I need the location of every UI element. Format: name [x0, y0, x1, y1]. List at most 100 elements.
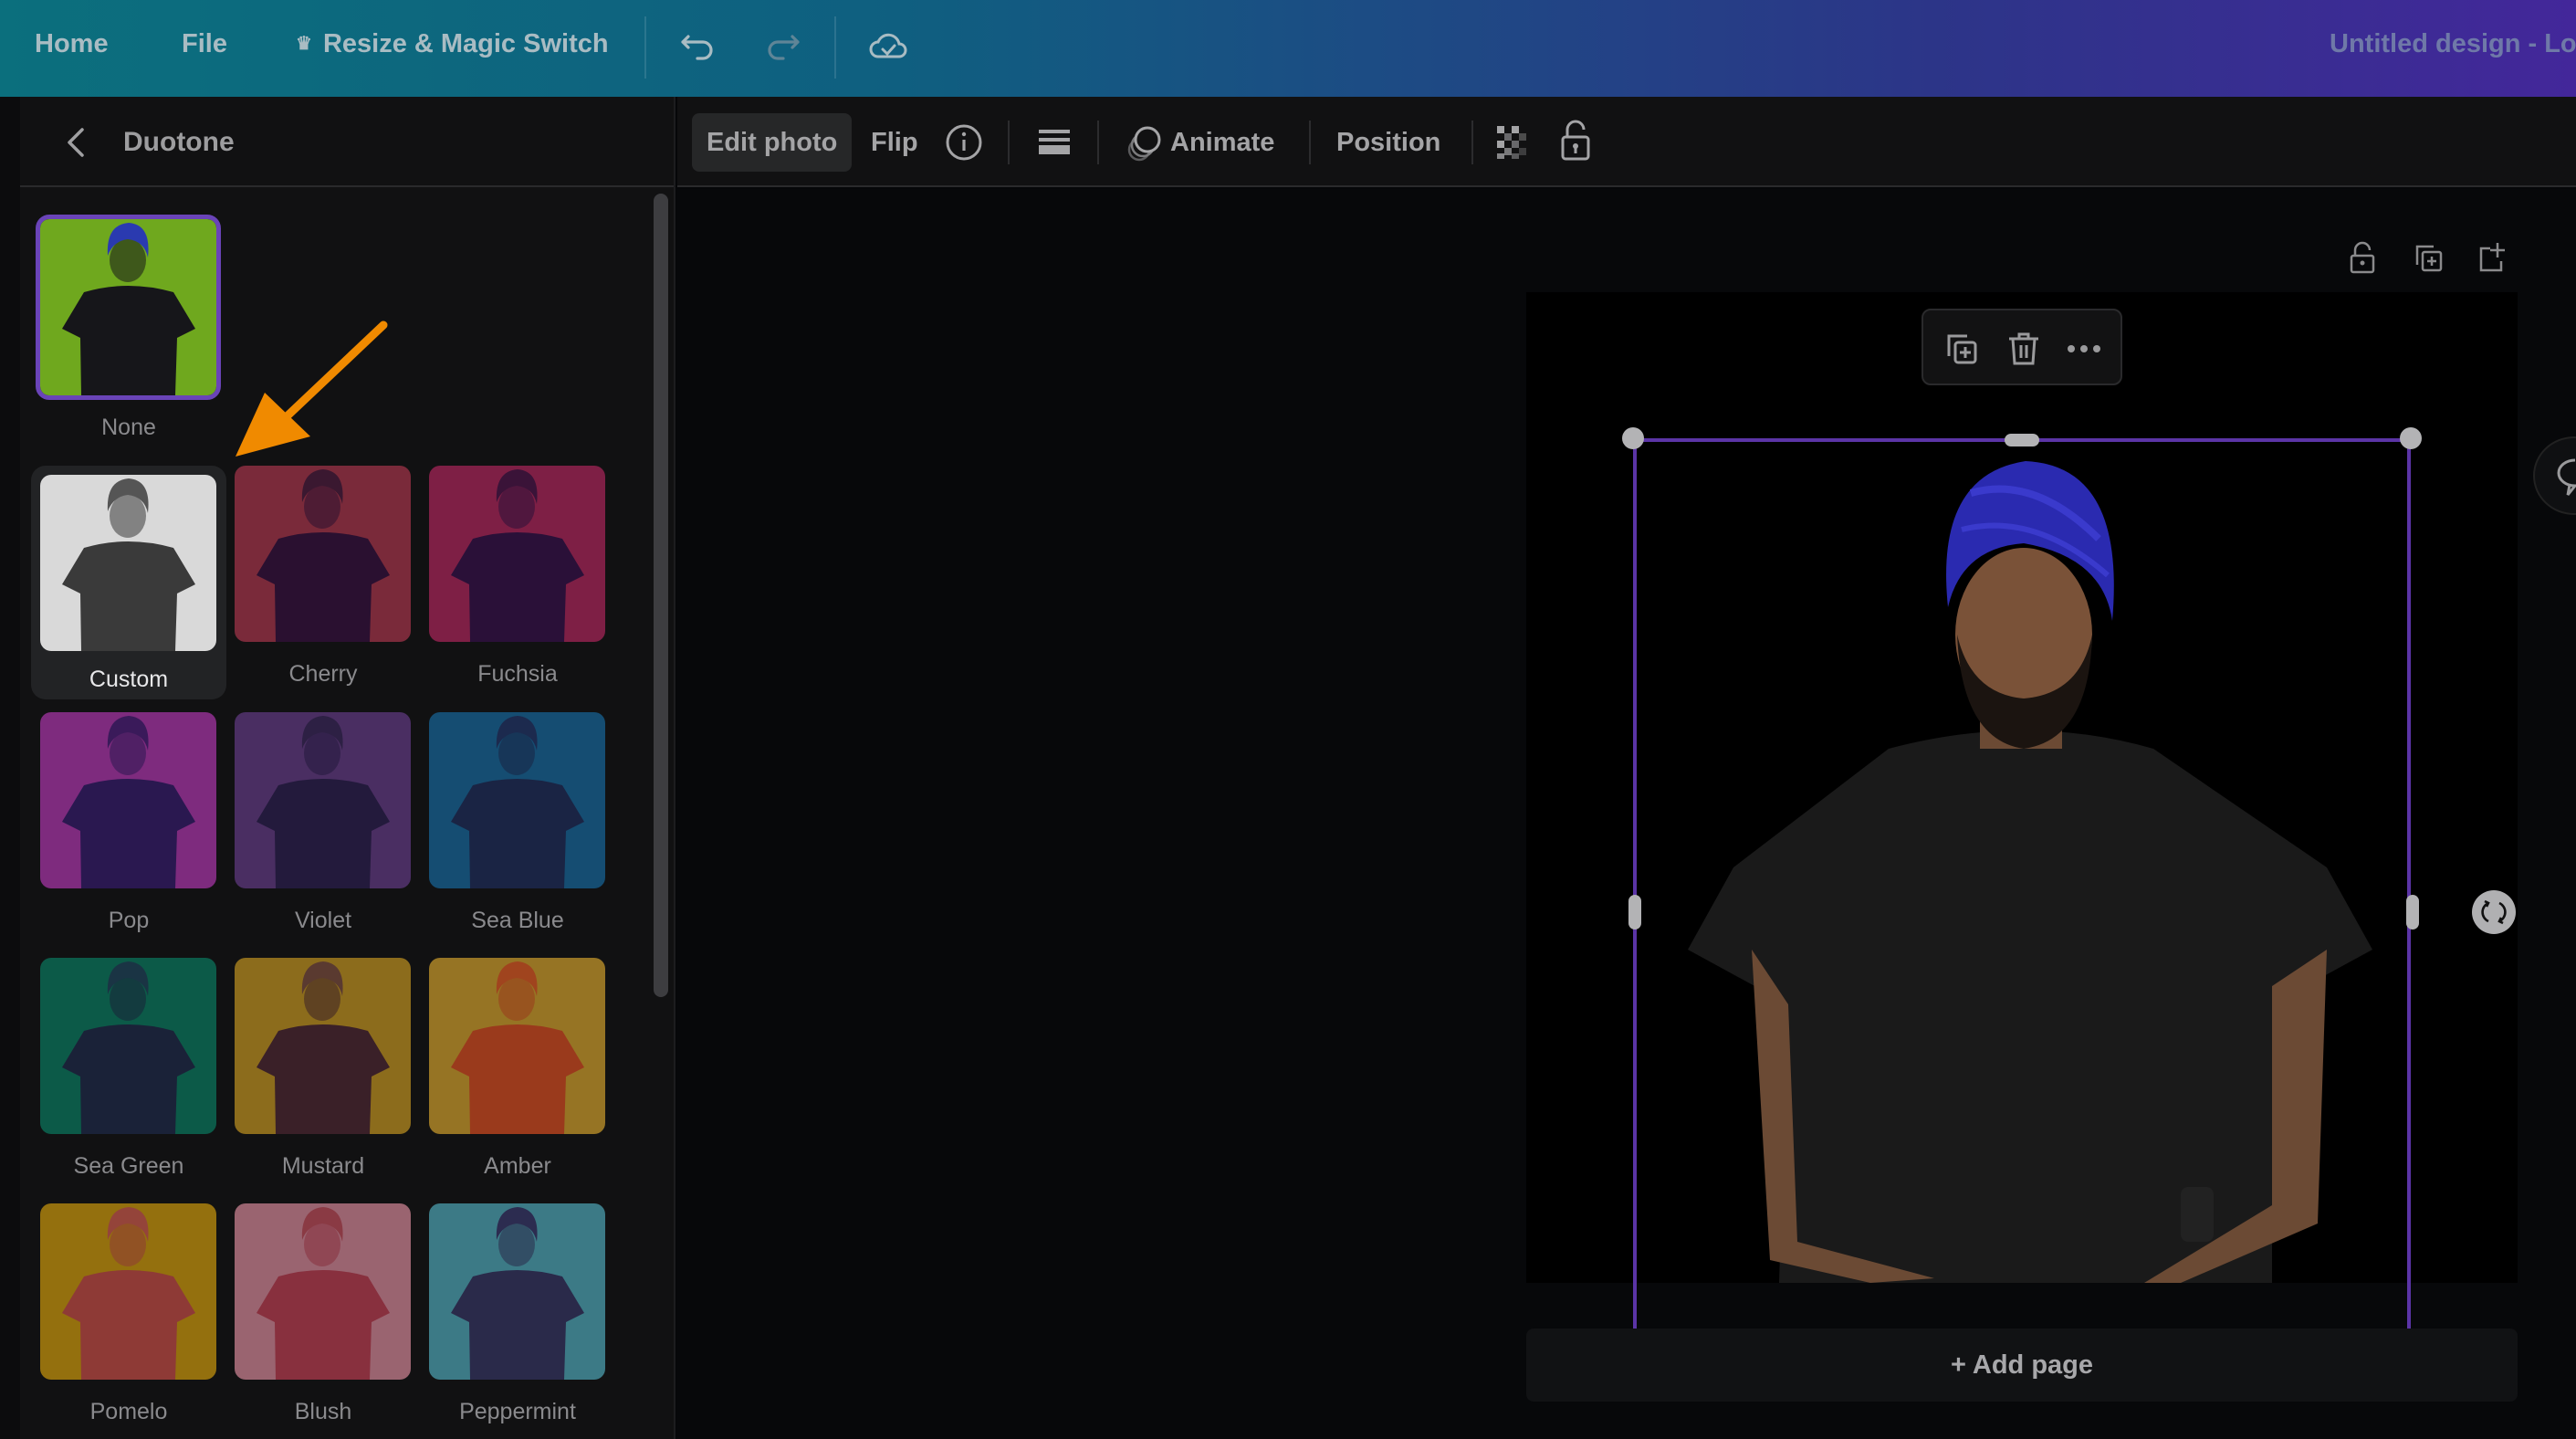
duotone-filter-mustard[interactable]: Mustard: [225, 958, 421, 1192]
filter-label: Cherry: [288, 661, 358, 687]
rotate-icon: [2481, 899, 2507, 925]
duotone-filter-sea-blue[interactable]: Sea Blue: [420, 712, 615, 946]
cloud-saved-icon[interactable]: [865, 24, 911, 69]
filter-label: Custom: [89, 667, 169, 692]
divider: [1309, 121, 1311, 164]
filter-label: Pomelo: [89, 1399, 168, 1424]
trash-icon[interactable]: [2004, 329, 2044, 369]
element-floating-toolbar: [1922, 309, 2122, 385]
resize-handle-top-right[interactable]: [2400, 427, 2422, 449]
duotone-panel: Duotone None Custom Cherry Fuchsia Pop Violet…: [20, 97, 675, 1439]
filter-preview-image: [40, 219, 216, 395]
divider: [1471, 121, 1473, 164]
duotone-filter-amber[interactable]: Amber: [420, 958, 615, 1192]
panel-title: Duotone: [123, 127, 235, 157]
position-button[interactable]: Position: [1336, 113, 1440, 172]
top-bar: Home File ♛ Resize & Magic Switch Untitle…: [0, 0, 2576, 97]
filter-label: Peppermint: [459, 1399, 576, 1424]
photo-toolbar: Edit photo Flip Animate Position: [677, 97, 2576, 187]
filter-preview-image: [40, 958, 216, 1134]
transparency-icon[interactable]: [1493, 122, 1534, 163]
home-menu[interactable]: Home: [35, 29, 109, 59]
duotone-filter-peppermint[interactable]: Peppermint: [420, 1203, 615, 1437]
scrollbar[interactable]: [654, 194, 668, 997]
filter-preview-image: [429, 466, 605, 642]
resize-handle-top[interactable]: [2005, 434, 2039, 446]
duotone-filter-custom[interactable]: Custom: [31, 466, 226, 699]
chevron-left-icon[interactable]: [58, 122, 95, 163]
duotone-filter-pop[interactable]: Pop: [31, 712, 226, 946]
filter-thumbnail: [235, 958, 411, 1134]
filter-thumbnail: [429, 1203, 605, 1380]
resize-handle-left[interactable]: [1628, 895, 1641, 930]
divider: [1097, 121, 1099, 164]
filter-label: Violet: [294, 908, 352, 933]
duotone-filter-violet[interactable]: Violet: [225, 712, 421, 946]
duotone-filter-pomelo[interactable]: Pomelo: [31, 1203, 226, 1437]
design-title[interactable]: Untitled design - Lo: [2330, 29, 2576, 59]
more-icon[interactable]: [2064, 329, 2104, 369]
add-page-button[interactable]: + Add page: [1526, 1329, 2518, 1402]
filter-thumbnail: [429, 958, 605, 1134]
annotation-arrow-icon: [236, 320, 388, 457]
duotone-filter-sea-green[interactable]: Sea Green: [31, 958, 226, 1192]
filter-preview-image: [235, 1203, 411, 1380]
undo-icon[interactable]: [675, 24, 721, 69]
page-lock-icon[interactable]: [2344, 239, 2381, 276]
panel-header: Duotone: [20, 97, 674, 187]
page-duplicate-icon[interactable]: [2410, 239, 2446, 276]
filter-preview-image: [429, 958, 605, 1134]
filter-thumbnail: [40, 958, 216, 1134]
filter-preview-image: [235, 712, 411, 888]
rotate-button[interactable]: [2472, 890, 2516, 934]
filter-thumbnail: [36, 215, 221, 400]
divider: [644, 16, 646, 79]
crown-icon: ♛: [296, 34, 312, 54]
edit-photo-button[interactable]: Edit photo: [692, 113, 853, 172]
redo-icon[interactable]: [759, 24, 805, 69]
comment-icon: [2557, 458, 2576, 496]
filter-label: Sea Blue: [471, 908, 564, 933]
filter-preview-image: [40, 712, 216, 888]
duotone-filter-none[interactable]: None: [31, 215, 226, 453]
add-page-icon[interactable]: [2474, 239, 2510, 276]
duplicate-icon[interactable]: [1942, 329, 1982, 369]
app-rail: [0, 97, 20, 1439]
filter-preview-image: [40, 1203, 216, 1380]
animate-button[interactable]: Animate: [1125, 113, 1274, 172]
filter-thumbnail: [40, 1203, 216, 1380]
animate-icon: [1127, 126, 1161, 162]
duotone-filter-blush[interactable]: Blush: [225, 1203, 421, 1437]
resize-magic-switch-button[interactable]: ♛ Resize & Magic Switch: [296, 29, 609, 59]
filter-preview-image: [235, 958, 411, 1134]
divider: [834, 16, 836, 79]
filter-thumbnail: [235, 712, 411, 888]
flip-button[interactable]: Flip: [871, 113, 918, 172]
filter-thumbnail: [429, 466, 605, 642]
resize-handle-right[interactable]: [2406, 895, 2419, 930]
unlock-icon[interactable]: [1555, 117, 1596, 164]
filter-preview-image: [429, 1203, 605, 1380]
filter-preview-image: [429, 712, 605, 888]
filter-thumbnail: [429, 712, 605, 888]
info-icon[interactable]: [944, 122, 984, 163]
filter-label: Mustard: [281, 1153, 365, 1179]
filter-thumbnail: [40, 475, 216, 651]
filter-label: Blush: [294, 1399, 352, 1424]
filter-preview-image: [40, 475, 216, 651]
filter-label: Pop: [108, 908, 150, 933]
duotone-filter-fuchsia[interactable]: Fuchsia: [420, 466, 615, 699]
resize-handle-top-left[interactable]: [1622, 427, 1644, 449]
filter-thumbnail: [235, 1203, 411, 1380]
filter-thumbnail: [235, 466, 411, 642]
filter-label: Fuchsia: [477, 661, 558, 687]
file-menu[interactable]: File: [182, 29, 227, 59]
duotone-filter-cherry[interactable]: Cherry: [225, 466, 421, 699]
lines-icon[interactable]: [1033, 122, 1073, 163]
filter-label: Sea Green: [73, 1153, 184, 1179]
filter-label: None: [101, 415, 156, 440]
selected-photo[interactable]: [1633, 438, 2411, 1283]
filter-preview-image: [235, 466, 411, 642]
divider: [1008, 121, 1010, 164]
filter-label: Amber: [484, 1153, 551, 1179]
